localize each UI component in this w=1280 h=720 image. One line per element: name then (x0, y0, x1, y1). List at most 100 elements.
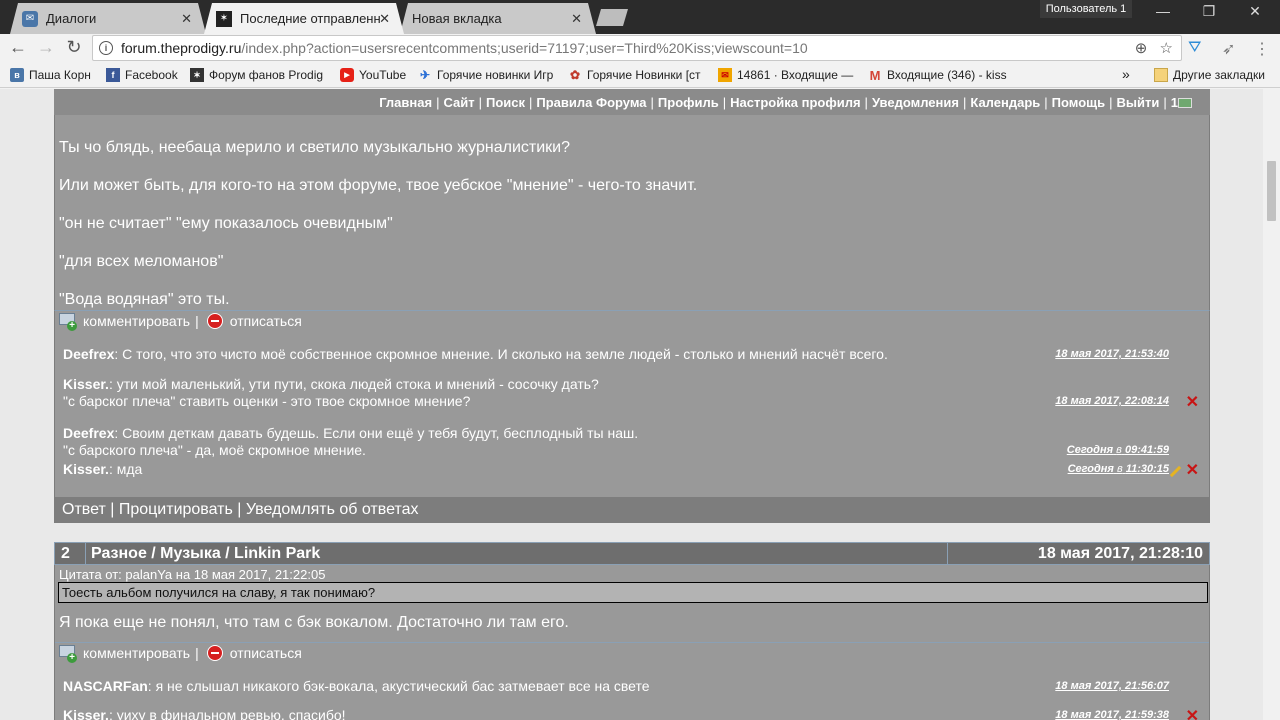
bookmark-facebook[interactable]: f Facebook (106, 68, 178, 82)
menu-site[interactable]: Сайт (443, 95, 474, 110)
minimize-icon[interactable]: — (1140, 3, 1186, 19)
comment-author[interactable]: Deefrex (63, 425, 114, 441)
comment-time[interactable]: 18 мая 2017, 22:08:14 (1055, 393, 1169, 410)
post-breadcrumb[interactable]: Разное / Музыка / Linkin Park (85, 543, 320, 564)
tab-dialogs[interactable]: ✉ Диалоги ✕ (10, 3, 206, 34)
comment-text: "с барского плеча" - да, моё скромное мн… (63, 442, 366, 458)
menu-help[interactable]: Помощь (1052, 95, 1105, 110)
menu-profile-settings[interactable]: Настройка профиля (730, 95, 860, 110)
tab-title: Новая вкладка (412, 11, 502, 26)
time-day: Сегодня (1067, 463, 1114, 475)
comment-author[interactable]: Kisser. (63, 376, 109, 392)
edit-icon[interactable] (1169, 466, 1181, 478)
close-icon[interactable]: ✕ (379, 11, 390, 27)
menu-profile[interactable]: Профиль (658, 95, 719, 110)
bookmark-mail[interactable]: ✉ 14861 · Входящие — (718, 68, 853, 82)
scrollbar[interactable] (1263, 89, 1280, 720)
menu-notifications[interactable]: Уведомления (872, 95, 959, 110)
other-bookmarks[interactable]: Другие закладки (1154, 68, 1265, 82)
bookmark-label: Другие закладки (1173, 68, 1265, 82)
back-icon[interactable]: ← (6, 37, 30, 58)
new-tab-button[interactable] (596, 9, 628, 26)
forward-icon[interactable]: → (34, 37, 58, 58)
comment-time[interactable]: Сегодня в 09:41:59 (1067, 442, 1169, 459)
menu-logout[interactable]: Выйти (1117, 95, 1160, 110)
comment-time[interactable]: Сегодня в 11:30:15 (1068, 461, 1169, 478)
comment-item: Kisser.: ути мой маленький, ути пути, ск… (63, 376, 1199, 411)
zoom-icon[interactable]: ⊕ (1135, 40, 1148, 57)
comment-author[interactable]: Kisser. (63, 461, 109, 477)
comment-author[interactable]: Kisser. (63, 707, 109, 720)
tab-title: Последние отправленн (240, 11, 381, 26)
bookmark-hot-games[interactable]: ✈ Горячие новинки Игр (418, 68, 553, 82)
profile-badge[interactable]: Пользователь 1 (1040, 0, 1132, 18)
post-text-line: Или может быть, для кого-то на этом фору… (59, 177, 698, 194)
comment-time[interactable]: 18 мая 2017, 21:53:40 (1055, 346, 1169, 363)
delete-icon[interactable]: ✕ (1186, 463, 1199, 479)
close-icon[interactable]: ✕ (181, 11, 192, 27)
tab-recent-comments[interactable]: ✶ Последние отправленн ✕ (204, 3, 404, 34)
bookmark-hot-new[interactable]: ✿ Горячие Новинки [ст (568, 68, 701, 82)
time-day: Сегодня (1066, 444, 1114, 456)
comment-item: Kisser.: мда Сегодня в 11:30:15 ✕ (63, 461, 1199, 479)
scrollbar-thumb[interactable] (1267, 161, 1276, 221)
tab-new[interactable]: Новая вкладка ✕ (400, 3, 596, 34)
menu-icon[interactable]: ⋮ (1254, 39, 1270, 59)
add-comment-icon[interactable] (59, 645, 77, 663)
close-window-icon[interactable]: ✕ (1232, 3, 1278, 20)
comment-link[interactable]: комментировать (83, 313, 190, 329)
comment-link[interactable]: комментировать (83, 645, 190, 661)
comment-text: ути мой маленький, ути пути, скока людей… (116, 376, 599, 392)
menu-calendar[interactable]: Календарь (970, 95, 1040, 110)
comment-actions: комментировать | отписаться (59, 645, 302, 663)
post-text-line: Ты чо блядь, неебаца мерило и светило му… (59, 139, 570, 156)
omnibox-icons: ⊕ ☆ (1135, 39, 1173, 57)
menu-search[interactable]: Поиск (486, 95, 525, 110)
toolbar: ← → ↻ i forum.theprodigy.ru/index.php?ac… (0, 34, 1280, 62)
unsubscribe-icon[interactable] (206, 313, 223, 329)
extension-drop-icon[interactable]: ⛛ (1188, 39, 1201, 57)
close-icon[interactable]: ✕ (571, 11, 582, 27)
comment-item: Deefrex: Своим деткам давать будешь. Есл… (63, 425, 1169, 459)
delete-icon[interactable]: ✕ (1186, 709, 1199, 720)
bookmark-youtube[interactable]: ▶ YouTube (340, 68, 406, 82)
pm-count[interactable]: 1 (1171, 95, 1178, 110)
unsubscribe-icon[interactable] (206, 645, 223, 661)
add-comment-icon[interactable] (59, 313, 77, 331)
notify-link[interactable]: Уведомлять об ответах (246, 501, 419, 518)
extension-arrow-icon[interactable]: ➶ (1222, 39, 1235, 59)
bookmark-label: Входящие (346) - kiss (887, 68, 1007, 82)
delete-icon[interactable]: ✕ (1186, 395, 1199, 411)
url-text: forum.theprodigy.ru/index.php?action=use… (121, 40, 808, 56)
address-bar[interactable]: i forum.theprodigy.ru/index.php?action=u… (92, 35, 1182, 61)
comment-author[interactable]: NASCARFan (63, 678, 148, 694)
comment-time[interactable]: 18 мая 2017, 21:56:07 (1055, 678, 1169, 695)
menu-rules[interactable]: Правила Форума (536, 95, 646, 110)
comment-author[interactable]: Deefrex (63, 346, 114, 362)
unsubscribe-link[interactable]: отписаться (230, 313, 302, 329)
comment-item: Deefrex: С того, что это чисто моё собст… (63, 346, 1169, 363)
time-in: в (1116, 463, 1123, 475)
maximize-icon[interactable]: ❐ (1186, 3, 1232, 20)
reply-link[interactable]: Ответ (62, 501, 106, 518)
bookmark-label: Форум фанов Prodig (209, 68, 324, 82)
comment-time[interactable]: 18 мая 2017, 21:59:38 (1055, 707, 1169, 720)
quote-header[interactable]: Цитата от: palanYa на 18 мая 2017, 21:22… (59, 567, 325, 582)
post-actions-bar: Ответ | Процитировать | Уведомлять об от… (55, 497, 1209, 523)
bookmarks-overflow-button[interactable]: » (1122, 66, 1130, 82)
post-number: 2 (61, 545, 70, 562)
post-text-line: "он не считает" "ему показалось очевидны… (59, 215, 393, 232)
quote-link[interactable]: Процитировать (119, 501, 233, 518)
bookmark-prodigy[interactable]: ✶ Форум фанов Prodig (190, 68, 323, 82)
menu-home[interactable]: Главная (379, 95, 432, 110)
bookmark-vk[interactable]: в Паша Корн (10, 68, 91, 82)
tab-strip: ✉ Диалоги ✕ Новая вкладка ✕ ✶ Последние … (0, 0, 1280, 34)
info-icon[interactable]: i (99, 41, 113, 55)
reload-icon[interactable]: ↻ (62, 37, 86, 58)
bookmark-label: 14861 · Входящие — (737, 68, 854, 82)
unsubscribe-link[interactable]: отписаться (230, 645, 302, 661)
game2-icon: ✿ (569, 68, 581, 82)
message-icon[interactable] (1178, 98, 1192, 108)
bookmark-gmail[interactable]: M Входящие (346) - kiss (868, 68, 1007, 83)
star-icon[interactable]: ☆ (1160, 40, 1173, 57)
